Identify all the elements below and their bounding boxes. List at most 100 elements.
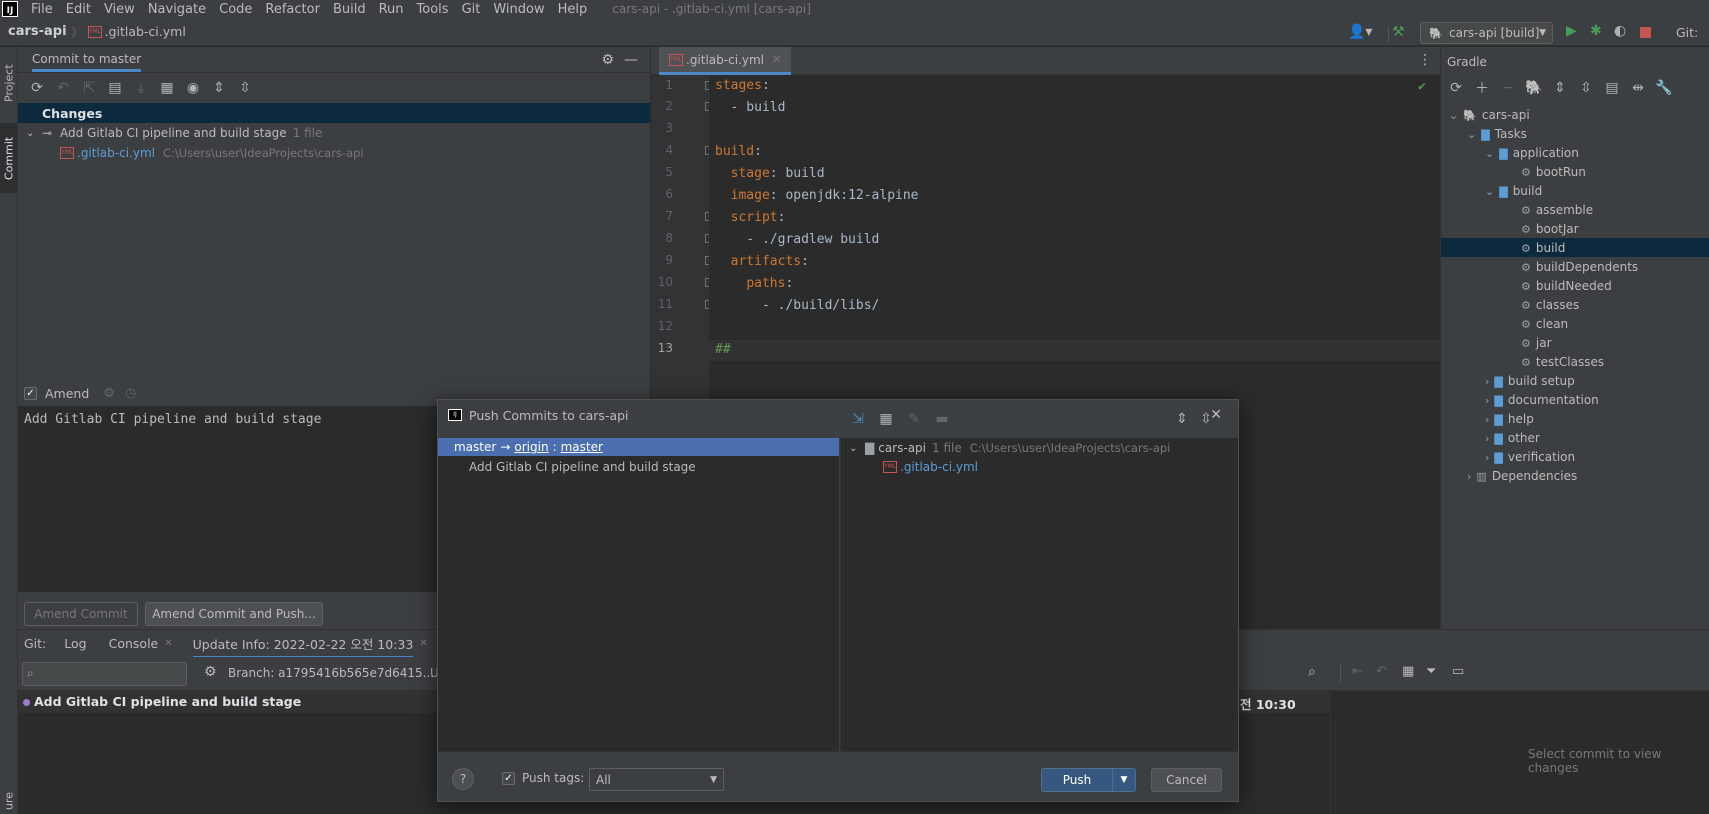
- gradle-task[interactable]: ⚙ assemble: [1521, 200, 1593, 220]
- layout-icon[interactable]: ▭: [1452, 664, 1464, 679]
- menu-code[interactable]: Code: [219, 2, 252, 17]
- close-icon[interactable]: ✕: [164, 638, 172, 649]
- gradle-tasks[interactable]: ⌄ ▇ Tasks: [1467, 124, 1527, 144]
- expand-all-icon[interactable]: ⇕: [1549, 77, 1571, 99]
- tab-log[interactable]: Log: [64, 636, 86, 651]
- gradle-root[interactable]: ⌄ 🐘 cars-api: [1449, 105, 1530, 125]
- push-tags-select[interactable]: All ▼: [589, 768, 724, 791]
- breadcrumb-file[interactable]: .gitlab-ci.yml: [105, 24, 186, 39]
- structure-tool-tab[interactable]: ure: [0, 787, 18, 814]
- amend-checkbox[interactable]: ✓: [24, 386, 37, 400]
- show-diff-icon[interactable]: ⇲: [847, 408, 869, 430]
- add-icon[interactable]: ＋: [1471, 77, 1493, 99]
- tab-update-info[interactable]: Update Info: 2022-02-22 오전 10:33: [192, 629, 414, 659]
- cherry-pick-icon[interactable]: ⇤: [1352, 664, 1363, 679]
- changelist-row[interactable]: ⌄ ⊸ Add Gitlab CI pipeline and build sta…: [18, 123, 650, 143]
- gradle-task-bootrun[interactable]: ⚙ bootRun: [1521, 162, 1586, 182]
- push-button[interactable]: Push: [1041, 768, 1113, 792]
- menu-navigate[interactable]: Navigate: [148, 2, 206, 17]
- menu-window[interactable]: Window: [493, 2, 544, 17]
- project-tool-tab[interactable]: Project: [0, 53, 18, 113]
- menu-build[interactable]: Build: [333, 2, 366, 17]
- gradle-group-build[interactable]: ⌄ ▇ build: [1485, 181, 1542, 201]
- amend-commit-button[interactable]: Amend Commit: [24, 602, 138, 626]
- menu-edit[interactable]: Edit: [66, 2, 91, 17]
- push-branch-row[interactable]: master → origin : master: [438, 438, 839, 456]
- amend-commit-and-push-button[interactable]: Amend Commit and Push...: [145, 602, 323, 626]
- execute-task-icon[interactable]: 🐘: [1523, 77, 1545, 99]
- revert-icon[interactable]: ↶: [1376, 664, 1387, 679]
- remove-icon[interactable]: −: [1497, 77, 1519, 99]
- search-icon[interactable]: ⌕: [1308, 664, 1316, 680]
- history-clock-icon[interactable]: ◷: [125, 386, 136, 401]
- commit-to-master-tab[interactable]: Commit to master: [32, 48, 142, 72]
- rollback-icon[interactable]: ↶: [52, 77, 74, 99]
- gradle-task[interactable]: ⚙ testClasses: [1521, 352, 1604, 372]
- menu-refactor[interactable]: Refactor: [265, 2, 320, 17]
- changed-file-row[interactable]: YML .gitlab-ci.yml C:\Users\user\IdeaPro…: [18, 143, 650, 163]
- gradle-task[interactable]: ⚙ buildNeeded: [1521, 276, 1612, 296]
- group-folder-icon[interactable]: ▤: [1601, 77, 1623, 99]
- gradle-task-selected[interactable]: ⚙ build: [1521, 238, 1565, 258]
- gradle-group[interactable]: › ▇ other: [1485, 428, 1540, 448]
- gradle-task[interactable]: ⚙ jar: [1521, 333, 1552, 353]
- build-hammer-icon[interactable]: ⚒: [1392, 24, 1405, 40]
- diff-icon[interactable]: ▤: [104, 77, 126, 99]
- help-button[interactable]: ?: [452, 768, 474, 790]
- commit-tool-tab[interactable]: Commit: [0, 123, 18, 193]
- refresh-icon[interactable]: ⟳: [1445, 77, 1467, 99]
- target-branch-selector[interactable]: master: [561, 440, 603, 454]
- refresh-icon[interactable]: ⟳: [26, 77, 48, 99]
- editor-tab-gitlab-ci[interactable]: YML .gitlab-ci.yml ✕: [659, 47, 792, 75]
- coverage-icon[interactable]: ◐: [1614, 23, 1626, 39]
- close-icon[interactable]: ✕: [772, 53, 781, 66]
- wrench-icon[interactable]: 🔧: [1653, 77, 1675, 99]
- preview-icon[interactable]: ▬: [931, 408, 953, 430]
- menu-tools[interactable]: Tools: [417, 2, 449, 17]
- group-by-icon[interactable]: ▦: [156, 77, 178, 99]
- debug-icon[interactable]: ✱: [1590, 23, 1602, 39]
- group-by-icon[interactable]: ▦: [1402, 664, 1414, 679]
- eye-icon[interactable]: ◉: [182, 77, 204, 99]
- gradle-group[interactable]: › ▇ build setup: [1485, 371, 1575, 391]
- gradle-task[interactable]: ⚙ classes: [1521, 295, 1579, 315]
- group-by-icon[interactable]: ▦: [875, 408, 897, 430]
- collapse-all-icon[interactable]: ⇳: [1575, 77, 1597, 99]
- gear-icon[interactable]: ⚙: [601, 52, 614, 68]
- push-file-row[interactable]: YML .gitlab-ci.yml: [883, 457, 978, 477]
- gradle-task[interactable]: ⚙ buildDependents: [1521, 257, 1638, 277]
- breadcrumb-project[interactable]: cars-api: [8, 24, 67, 39]
- menu-view[interactable]: View: [104, 2, 135, 17]
- expand-all-icon[interactable]: ⇕: [1171, 408, 1193, 430]
- branch-filter[interactable]: Branch: a1795416b565e7d6415... ⇕: [228, 666, 446, 680]
- gradle-group-application[interactable]: ⌄ ▇ application: [1485, 143, 1579, 163]
- gradle-group[interactable]: › ▇ help: [1485, 409, 1534, 429]
- cancel-button[interactable]: Cancel: [1151, 768, 1222, 792]
- gradle-task[interactable]: ⚙ bootJar: [1521, 219, 1579, 239]
- shelve-icon[interactable]: ⤓: [130, 77, 152, 99]
- log-search-input[interactable]: ⌕: [22, 662, 187, 686]
- collapse-all-icon[interactable]: ⇳: [234, 77, 256, 99]
- gear-icon[interactable]: ⚙: [204, 664, 217, 680]
- run-icon[interactable]: ▶: [1566, 23, 1577, 39]
- gear-icon[interactable]: ⚙: [103, 386, 115, 401]
- gradle-group[interactable]: › ▇ documentation: [1485, 390, 1599, 410]
- filter-icon[interactable]: ⏷: [1426, 664, 1436, 679]
- changes-section-header[interactable]: Changes: [18, 103, 650, 123]
- push-repo-row[interactable]: ⌄ ▇ cars-api 1 file C:\Users\user\IdeaPr…: [849, 438, 1170, 458]
- gradle-group[interactable]: › ▇ verification: [1485, 447, 1575, 467]
- push-tags-checkbox[interactable]: ✓: [502, 772, 515, 785]
- menu-file[interactable]: File: [31, 2, 53, 17]
- edit-icon[interactable]: ✎: [903, 408, 925, 430]
- collapse-all-icon[interactable]: ⇳: [1195, 408, 1217, 430]
- minimize-icon[interactable]: —: [624, 52, 638, 68]
- stop-icon[interactable]: [1640, 27, 1651, 38]
- push-options-dropdown[interactable]: ▼: [1112, 768, 1136, 792]
- menu-run[interactable]: Run: [379, 2, 404, 17]
- tab-console[interactable]: Console: [109, 636, 159, 651]
- gradle-task[interactable]: ⚙ clean: [1521, 314, 1568, 334]
- remote-selector[interactable]: origin: [514, 440, 548, 454]
- menu-git[interactable]: Git: [462, 2, 481, 17]
- close-icon[interactable]: ✕: [419, 638, 427, 649]
- user-icon[interactable]: 👤▾: [1348, 24, 1372, 40]
